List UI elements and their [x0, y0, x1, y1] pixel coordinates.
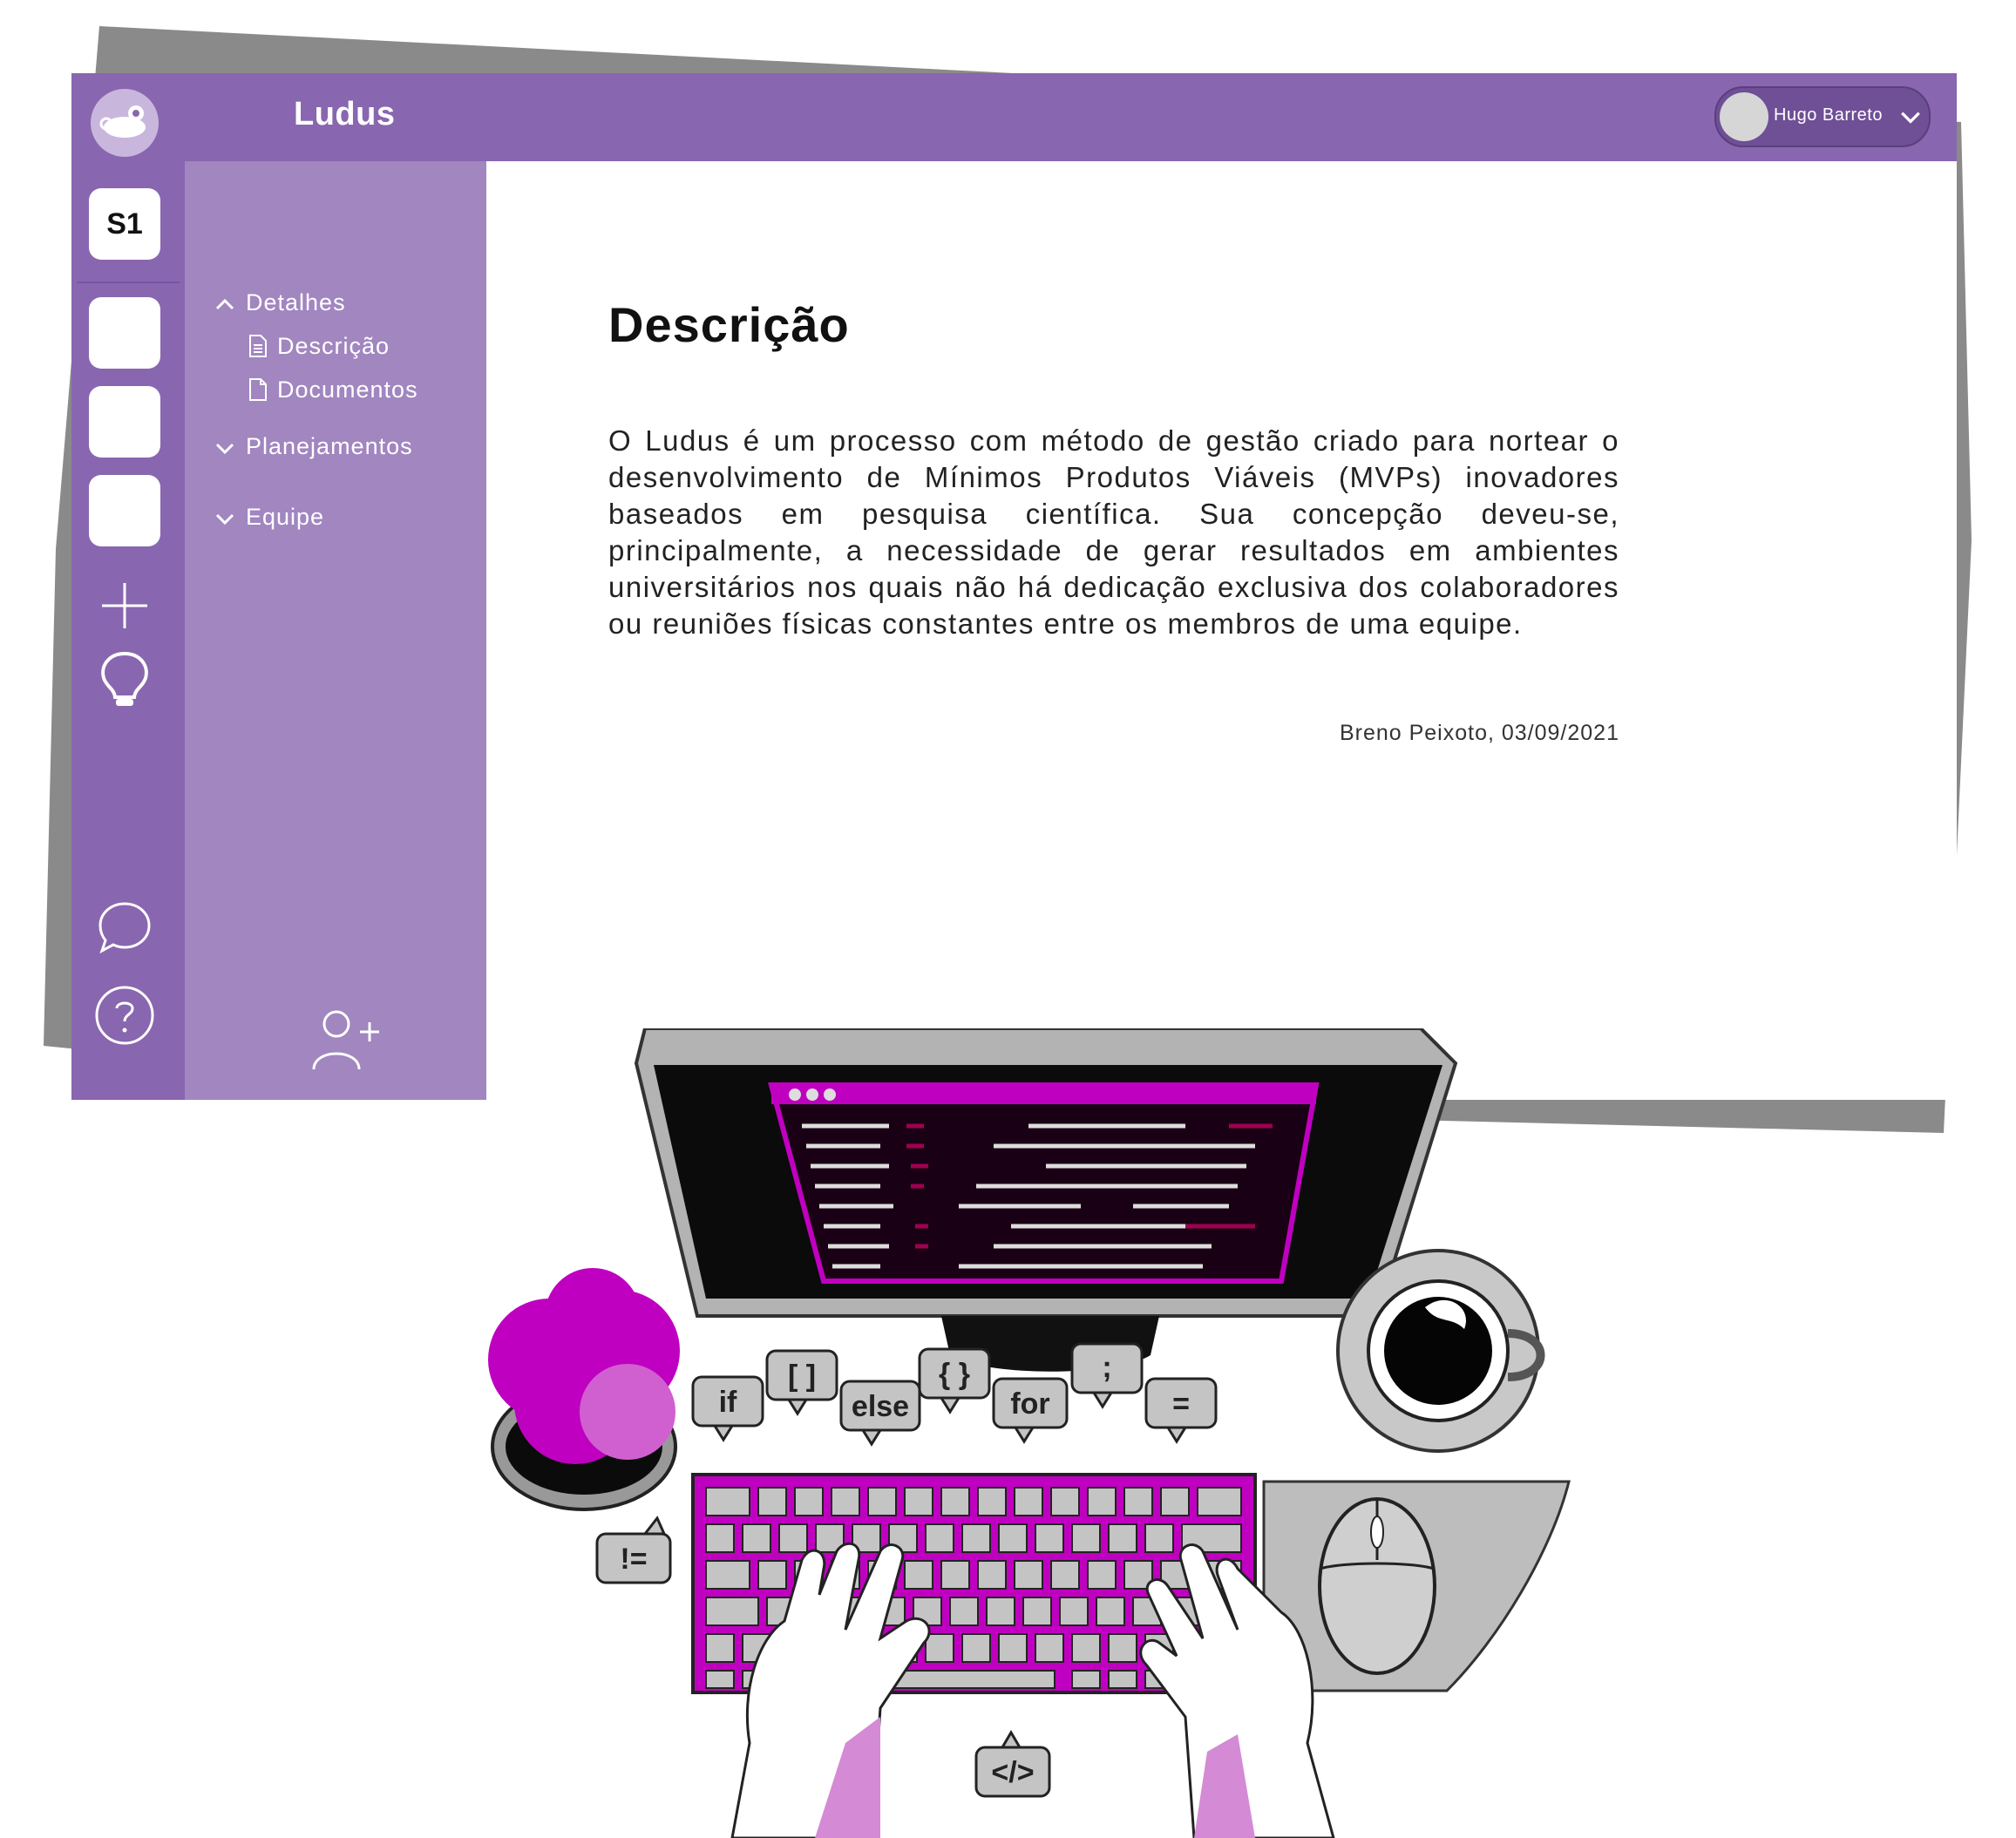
add-member-icon[interactable]	[307, 1007, 385, 1076]
project-badge[interactable]: S1	[89, 188, 160, 260]
rail-divider	[77, 281, 180, 283]
tree-item-descricao[interactable]: Descrição	[277, 333, 390, 360]
code-bubble: =	[1144, 1377, 1218, 1444]
plus-icon[interactable]	[93, 574, 156, 637]
chevron-up-icon[interactable]	[214, 294, 235, 315]
tree-item-detalhes[interactable]: Detalhes	[246, 289, 346, 316]
code-bubble: [ ]	[765, 1349, 838, 1416]
user-menu[interactable]: Hugo Barreto	[1714, 86, 1931, 147]
code-bubble: !=	[595, 1516, 672, 1584]
plant-illustration	[488, 1268, 680, 1511]
logo-icon[interactable]	[91, 89, 159, 157]
code-bubble: for	[992, 1377, 1069, 1444]
document-icon	[249, 335, 267, 357]
svg-text:!=: !=	[620, 1543, 647, 1576]
project-slot[interactable]	[89, 386, 160, 458]
chat-icon[interactable]	[93, 897, 156, 960]
chevron-down-icon	[1901, 112, 1920, 124]
tree-item-equipe[interactable]: Equipe	[246, 504, 324, 531]
svg-text:;: ;	[1102, 1351, 1111, 1384]
svg-text:{ }: { }	[939, 1358, 970, 1391]
file-icon	[249, 378, 267, 401]
svg-text:[ ]: [ ]	[788, 1360, 816, 1393]
tree-item-planejamentos[interactable]: Planejamentos	[246, 433, 413, 460]
help-icon[interactable]	[93, 984, 156, 1047]
sidebar: Detalhes Descrição Documentos Planejamen…	[185, 161, 486, 1100]
user-name: Hugo Barreto	[1774, 105, 1883, 125]
project-slot[interactable]	[89, 475, 160, 546]
app-title: Ludus	[294, 96, 396, 132]
svg-text:else: else	[852, 1390, 909, 1423]
developer-illustration: if [ ] else { } for ; = != </>	[488, 1028, 1571, 1838]
svg-text:</>: </>	[991, 1756, 1034, 1789]
code-bubble: { }	[918, 1347, 991, 1414]
code-bubble: if	[691, 1375, 764, 1442]
code-bubble: ;	[1070, 1342, 1144, 1409]
code-bubble: </>	[974, 1730, 1051, 1798]
description-text: O Ludus é um processo com método de gest…	[608, 424, 1619, 640]
project-slot[interactable]	[89, 297, 160, 369]
code-bubble: else	[839, 1380, 921, 1447]
left-rail: S1	[71, 73, 185, 1100]
svg-text:if: if	[719, 1386, 737, 1419]
page-title: Descrição	[608, 297, 850, 352]
top-bar: Ludus Hugo Barreto	[71, 73, 1957, 161]
svg-text:=: =	[1172, 1387, 1190, 1421]
lightbulb-icon[interactable]	[93, 648, 156, 711]
mouse-illustration	[1262, 1480, 1571, 1692]
author-signature: Breno Peixoto, 03/09/2021	[1339, 721, 1619, 745]
chevron-down-icon[interactable]	[214, 437, 235, 458]
chevron-down-icon[interactable]	[214, 508, 235, 529]
app-window: Ludus Hugo Barreto S1 Detalhes Descrição…	[71, 73, 1957, 1100]
avatar	[1720, 92, 1768, 141]
svg-text:for: for	[1010, 1387, 1049, 1421]
coffee-cup-illustration	[1336, 1249, 1545, 1453]
monitor-illustration	[634, 1028, 1458, 1372]
main-content: Descrição O Ludus é um processo com méto…	[486, 161, 1957, 1100]
tree-item-documentos[interactable]: Documentos	[277, 376, 418, 404]
